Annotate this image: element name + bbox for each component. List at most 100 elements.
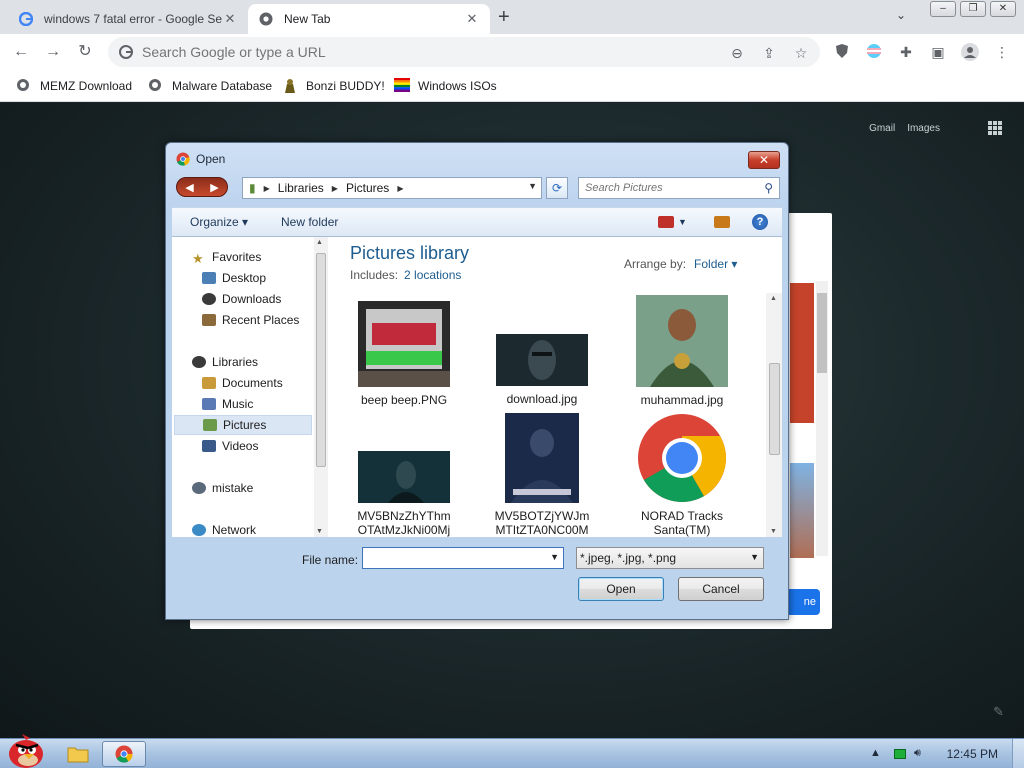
ublock-icon[interactable]	[833, 43, 851, 61]
navigation-pane: ★ Favorites Desktop Downloads Recent Pla…	[172, 237, 328, 537]
scroll-up-icon[interactable]: ▲	[770, 295, 777, 302]
file-item[interactable]: muhammad.jpg	[622, 295, 742, 407]
start-button[interactable]	[0, 733, 50, 768]
menu-kebab-icon[interactable]: ⋮	[993, 43, 1011, 61]
files-scrollbar-thumb[interactable]	[769, 363, 780, 455]
done-button[interactable]: ne	[788, 589, 820, 615]
files-scrollbar[interactable]: ▲ ▼	[766, 293, 782, 537]
filetype-select[interactable]: *.jpeg, *.jpg, *.png ▼	[576, 547, 764, 569]
filename-input[interactable]	[367, 550, 537, 566]
zoom-icon[interactable]: ⊖	[728, 44, 746, 62]
new-folder-button[interactable]: New folder	[281, 215, 338, 229]
library-includes: Includes: 2 locations	[350, 268, 461, 282]
tray-expand-icon[interactable]: ▲	[870, 747, 881, 759]
bookmark-bonzi[interactable]: Bonzi BUDDY!	[282, 76, 385, 96]
tab-new-tab[interactable]: New Tab ✕	[248, 4, 490, 34]
chevron-down-icon[interactable]: ▼	[550, 552, 559, 562]
taskbar-chrome[interactable]	[102, 741, 146, 767]
scroll-down-icon[interactable]: ▼	[770, 528, 777, 535]
battery-icon[interactable]	[894, 749, 906, 759]
omnibox-input[interactable]	[142, 42, 702, 62]
file-item[interactable]: MV5BNzZhYThm OTAtMzJkNi00Mj	[344, 451, 464, 537]
forward-icon[interactable]: →	[42, 41, 64, 63]
organize-menu[interactable]: Organize ▾	[190, 215, 248, 229]
back-forward-buttons[interactable]: ◀ ▶	[176, 177, 228, 197]
folder-icon	[67, 747, 89, 763]
search-icon[interactable]: ⚲	[764, 181, 773, 195]
extensions-puzzle-icon[interactable]: ✚	[897, 43, 915, 61]
preview-pane-icon[interactable]	[714, 216, 730, 228]
bookmark-star-icon[interactable]: ☆	[792, 44, 810, 62]
forward-arrow-icon[interactable]: ▶	[210, 181, 218, 194]
file-item[interactable]: NORAD Tracks Santa(TM)	[622, 413, 742, 537]
breadcrumb-separator[interactable]: ▶	[332, 184, 338, 193]
nav-scrollbar[interactable]: ▲ ▼	[314, 237, 328, 537]
breadcrumb-libraries[interactable]: Libraries	[278, 181, 324, 195]
breadcrumb-separator[interactable]: ▶	[264, 184, 270, 193]
extension-flag-icon[interactable]	[865, 43, 883, 61]
bonzi-icon	[282, 78, 298, 94]
tab-search-icon[interactable]: ⌄	[896, 8, 906, 22]
arrange-dropdown[interactable]: Folder ▾	[694, 257, 737, 271]
star-icon: ★	[192, 251, 204, 266]
dialog-titlebar: Open	[176, 152, 225, 166]
nav-scrollbar-thumb[interactable]	[316, 253, 326, 467]
chevron-down-icon[interactable]: ▼	[750, 552, 759, 562]
nav-label: Desktop	[222, 271, 267, 285]
bookmark-malware-db[interactable]: Malware Database	[148, 76, 272, 96]
includes-label: Includes:	[350, 268, 399, 282]
share-icon[interactable]: ⇪	[760, 44, 778, 62]
browser-toolbar: ← → ↻ ⊖ ⇪ ☆ ✚ ▣ ⋮	[0, 34, 1024, 70]
panel-scrollbar-thumb[interactable]	[817, 293, 827, 373]
refresh-icon[interactable]: ⟳	[546, 177, 568, 199]
reload-icon[interactable]: ↻	[74, 41, 96, 63]
background-thumbnail[interactable]	[790, 283, 814, 423]
google-apps-icon[interactable]	[988, 121, 1002, 135]
search-box[interactable]: ⚲	[578, 177, 780, 199]
pencil-icon[interactable]: ✎	[993, 704, 1004, 720]
nav-pictures[interactable]: Pictures	[174, 415, 312, 435]
new-tab-button[interactable]: +	[498, 6, 510, 29]
close-window-button[interactable]: ✕	[990, 1, 1016, 17]
dialog-close-button[interactable]: ✕	[748, 151, 780, 169]
search-input[interactable]	[585, 182, 757, 194]
file-item[interactable]: beep beep.PNG	[344, 301, 464, 407]
locations-link[interactable]: 2 locations	[404, 268, 461, 282]
cancel-button[interactable]: Cancel	[678, 577, 764, 601]
help-icon[interactable]: ?	[752, 214, 768, 230]
scroll-down-icon[interactable]: ▼	[316, 528, 323, 535]
close-tab-icon[interactable]: ✕	[464, 11, 480, 27]
side-panel-icon[interactable]: ▣	[929, 43, 947, 61]
filetype-value: *.jpeg, *.jpg, *.png	[580, 551, 677, 565]
open-button[interactable]: Open	[578, 577, 664, 601]
volume-icon[interactable]: 🔊︎	[914, 747, 921, 760]
back-arrow-icon[interactable]: ◀	[185, 181, 193, 194]
taskbar-explorer[interactable]	[56, 741, 100, 767]
bookmark-memz[interactable]: MEMZ Download	[16, 76, 132, 96]
clock[interactable]: 12:45 PM	[947, 747, 998, 761]
breadcrumb-pictures[interactable]: Pictures	[346, 181, 389, 195]
breadcrumb-separator[interactable]: ▶	[397, 184, 403, 193]
images-link[interactable]: Images	[907, 123, 940, 134]
back-icon[interactable]: ←	[10, 41, 32, 63]
file-name: MV5BOTZjYWJm MTItZTA0NC00M	[494, 509, 590, 537]
change-view-icon[interactable]	[658, 216, 674, 228]
file-item[interactable]: MV5BOTZjYWJm MTItZTA0NC00M	[482, 413, 602, 537]
profile-avatar-icon[interactable]	[961, 43, 979, 61]
breadcrumb[interactable]: ▮ ▶ Libraries ▶ Pictures ▶ ▼	[242, 177, 542, 199]
show-desktop-button[interactable]	[1012, 739, 1024, 768]
chevron-down-icon[interactable]: ▼	[528, 181, 537, 191]
close-tab-icon[interactable]: ✕	[222, 11, 238, 27]
file-item[interactable]: download.jpg	[482, 334, 602, 406]
tab-google-search[interactable]: windows 7 fatal error - Google Se ✕	[8, 4, 248, 34]
bookmark-windows-isos[interactable]: Windows ISOs	[394, 76, 497, 96]
scroll-up-icon[interactable]: ▲	[316, 239, 323, 246]
filename-combobox[interactable]: ▼	[362, 547, 564, 569]
arrange-label: Arrange by:	[624, 257, 687, 271]
omnibox[interactable]: ⊖ ⇪ ☆	[108, 37, 820, 67]
minimize-button[interactable]: –	[930, 1, 956, 17]
background-thumbnail[interactable]	[790, 463, 814, 558]
chevron-down-icon[interactable]: ▼	[678, 217, 687, 227]
gmail-link[interactable]: Gmail	[869, 123, 895, 134]
restore-button[interactable]: ❐	[960, 1, 986, 17]
